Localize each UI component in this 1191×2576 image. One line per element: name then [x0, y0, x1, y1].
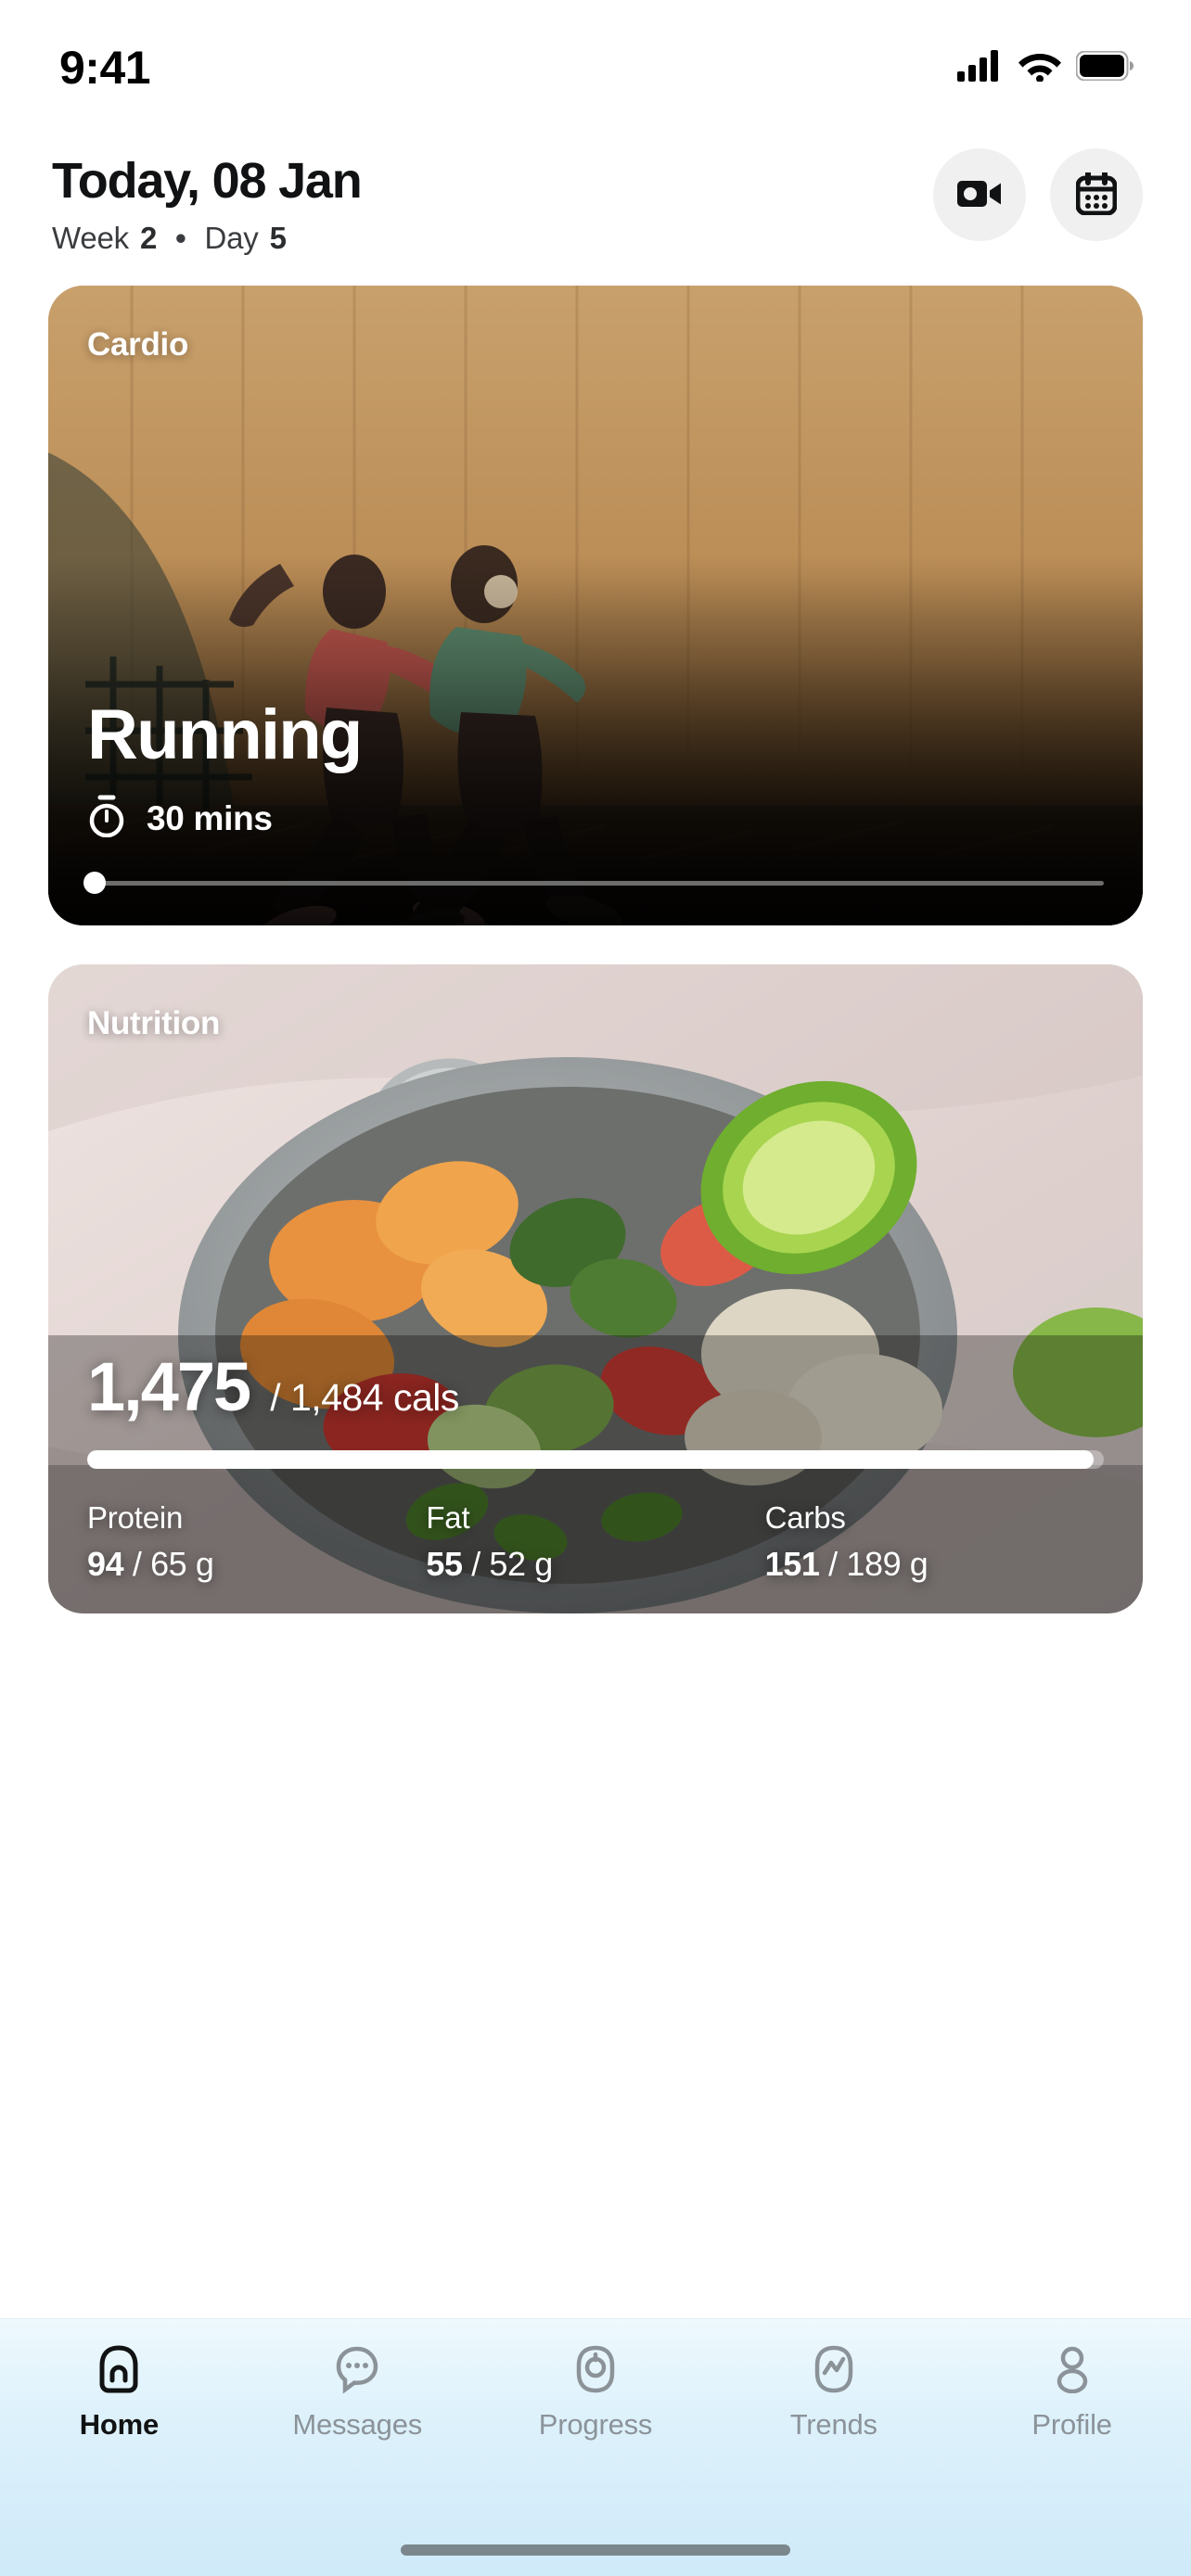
workout-progress-track [87, 880, 1104, 886]
macro-values: 94 / 65 g [87, 1545, 426, 1584]
bottom-navigation-bar: Home Messages Progress Trends Profile [0, 2318, 1191, 2576]
bottom-nav-items: Home Messages Progress Trends Profile [0, 2319, 1191, 2544]
week-day-subtitle: Week 2 • Day 5 [52, 221, 362, 256]
day-label: Day [204, 221, 259, 256]
status-bar-time: 9:41 [59, 42, 151, 94]
status-bar-icons [957, 26, 1133, 86]
macro-label: Protein [87, 1500, 184, 1536]
home-indicator [401, 2544, 790, 2556]
workout-title: Running [87, 695, 363, 775]
cellular-signal-icon [957, 49, 1004, 86]
macro-current: 94 [87, 1545, 124, 1584]
target-ring-icon [572, 2343, 619, 2395]
calories-progress-fill [87, 1450, 1095, 1470]
day-value: 5 [269, 221, 287, 256]
calories-total: / 1,484 cals [270, 1376, 459, 1420]
nav-label: Home [79, 2408, 160, 2441]
header-text-block: Today, 08 Jan Week 2 • Day 5 [52, 148, 363, 256]
nav-label: Progress [538, 2408, 653, 2441]
calories-progress-bar [87, 1450, 1104, 1470]
page-header: Today, 08 Jan Week 2 • Day 5 [0, 111, 1191, 256]
stopwatch-icon [87, 795, 126, 842]
macro-item-carbs: Carbs 151 / 189 g [765, 1500, 1104, 1584]
nutrition-category-tag: Nutrition [87, 1005, 221, 1042]
macro-item-fat: Fat 55 / 52 g [426, 1500, 764, 1584]
content-area: Cardio Running 30 mins Nutrition 1,475 /… [0, 286, 1191, 1614]
page-title: Today, 08 Jan [52, 153, 363, 209]
macro-item-protein: Protein 94 / 65 g [87, 1500, 426, 1584]
header-actions [933, 148, 1143, 241]
nav-item-home[interactable]: Home [0, 2343, 238, 2544]
home-icon [96, 2343, 142, 2395]
macro-values: 151 / 189 g [765, 1545, 1104, 1584]
workout-progress-handle[interactable] [83, 872, 106, 895]
video-camera-button[interactable] [933, 148, 1026, 241]
battery-icon [1075, 50, 1133, 85]
week-label: Week [52, 221, 129, 256]
macro-label: Fat [426, 1500, 470, 1536]
cardio-card-body: Running 30 mins [83, 695, 1104, 895]
cardio-category-tag: Cardio [87, 326, 189, 363]
chat-bubble-icon [334, 2343, 380, 2395]
workout-duration-row: 30 mins [87, 795, 1104, 842]
workout-progress-slider[interactable] [83, 872, 1104, 895]
macros-row: Protein 94 / 65 g Fat 55 / 52 g Carbs 15… [87, 1500, 1104, 1584]
video-camera-icon [957, 177, 1002, 213]
macro-current: 55 [426, 1545, 463, 1584]
nav-item-trends[interactable]: Trends [714, 2343, 953, 2544]
calendar-icon [1075, 170, 1118, 218]
macro-label: Carbs [764, 1500, 846, 1536]
week-value: 2 [139, 221, 158, 256]
macro-target: / 189 g [828, 1545, 928, 1584]
nav-label: Profile [1031, 2408, 1112, 2441]
nutrition-card-body: 1,475 / 1,484 cals Protein 94 / 65 g Fat [87, 1347, 1104, 1584]
calories-current: 1,475 [87, 1348, 251, 1426]
nutrition-card[interactable]: Nutrition 1,475 / 1,484 cals Protein 94 … [48, 964, 1143, 1614]
calories-row: 1,475 / 1,484 cals [87, 1347, 1104, 1426]
macro-current: 151 [764, 1545, 820, 1584]
subtitle-separator: • [175, 221, 186, 256]
status-bar: 9:41 [0, 0, 1191, 111]
person-icon [1049, 2343, 1095, 2395]
workout-duration: 30 mins [147, 798, 273, 837]
nav-item-messages[interactable]: Messages [238, 2343, 477, 2544]
nav-item-profile[interactable]: Profile [953, 2343, 1191, 2544]
wifi-icon [1018, 50, 1061, 86]
trend-chart-icon [811, 2343, 857, 2395]
macro-target: / 52 g [471, 1545, 553, 1584]
calendar-button[interactable] [1050, 148, 1143, 241]
macro-target: / 65 g [132, 1545, 214, 1584]
nav-label: Messages [292, 2408, 423, 2441]
macro-values: 55 / 52 g [426, 1545, 764, 1584]
nav-label: Trends [789, 2408, 877, 2441]
cardio-workout-card[interactable]: Cardio Running 30 mins [48, 286, 1143, 926]
nav-item-progress[interactable]: Progress [477, 2343, 715, 2544]
